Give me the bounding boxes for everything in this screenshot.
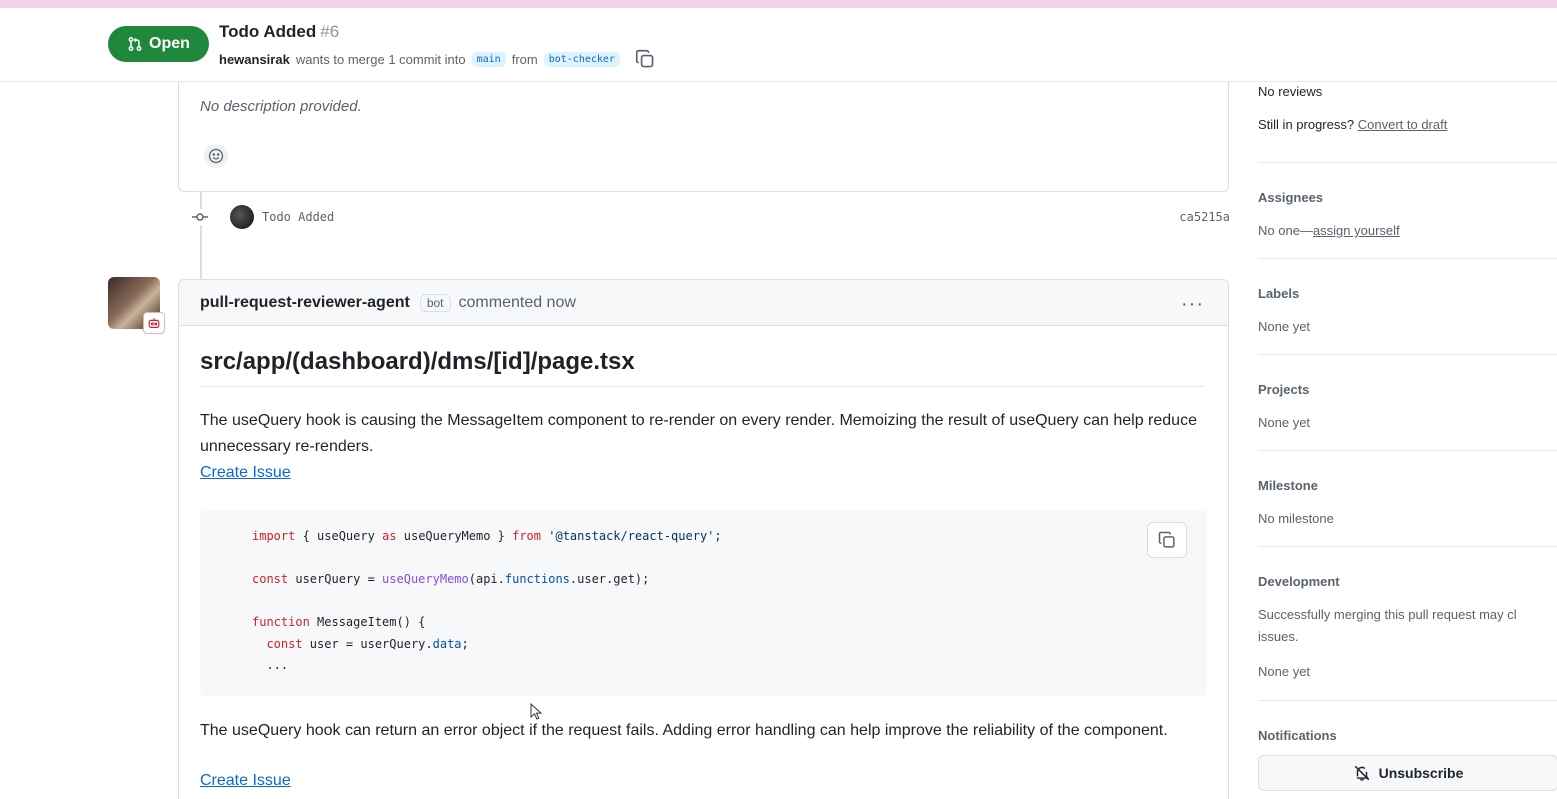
create-issue-link-1[interactable]: Create Issue	[200, 464, 291, 482]
git-commit-icon	[192, 209, 208, 225]
unsubscribe-button[interactable]: Unsubscribe	[1258, 755, 1557, 791]
git-pull-request-icon	[128, 37, 142, 51]
projects-heading[interactable]: Projects	[1258, 382, 1309, 397]
pr-number: #6	[320, 22, 340, 41]
milestone-value: No milestone	[1258, 511, 1334, 526]
development-text-line-1: Successfully merging this pull request m…	[1258, 607, 1517, 622]
comment-header: pull-request-reviewer-agent bot commente…	[179, 280, 1228, 326]
development-heading[interactable]: Development	[1258, 574, 1340, 589]
add-reaction-button[interactable]	[204, 144, 228, 168]
code-line-4: const user = userQuery.data;	[252, 636, 469, 651]
pr-sidebar: No reviews Still in progress? Convert to…	[1258, 82, 1557, 799]
comment-options-button[interactable]: ···	[1181, 293, 1204, 316]
bot-badge-icon	[143, 312, 165, 334]
code-line-2: const userQuery = useQueryMemo(api.funct…	[252, 572, 650, 586]
commit-sha-link[interactable]: ca5215a	[1179, 210, 1230, 224]
draft-prompt: Still in progress? Convert to draft	[1258, 117, 1448, 132]
create-issue-link-2[interactable]: Create Issue	[200, 772, 291, 790]
description-text: No description provided.	[200, 98, 362, 115]
assignees-heading[interactable]: Assignees	[1258, 190, 1323, 205]
code-line-1: import { useQuery as useQueryMemo } from…	[252, 529, 722, 543]
heading-divider	[200, 386, 1205, 387]
sidebar-divider	[1258, 258, 1557, 259]
development-text-line-2: issues.	[1258, 629, 1299, 644]
assignees-value: No one—assign yourself	[1258, 223, 1400, 238]
sidebar-divider	[1258, 162, 1557, 163]
assign-yourself-link[interactable]: assign yourself	[1313, 223, 1400, 238]
head-branch[interactable]: bot-checker	[543, 51, 620, 67]
pr-state-badge: Open	[108, 26, 209, 62]
bot-comment: pull-request-reviewer-agent bot commente…	[178, 279, 1229, 799]
copy-branch-button[interactable]	[634, 48, 656, 70]
copy-code-button[interactable]	[1147, 522, 1187, 558]
sidebar-divider	[1258, 700, 1557, 701]
pr-author-link[interactable]: hewansirak	[219, 52, 290, 67]
development-value: None yet	[1258, 664, 1311, 679]
sidebar-divider	[1258, 546, 1557, 547]
merge-text: wants to merge 1 commit into	[295, 51, 466, 67]
reviews-value: No reviews	[1258, 84, 1323, 99]
labels-value: None yet	[1258, 319, 1311, 334]
code-line-3: function MessageItem() {	[252, 615, 426, 629]
top-strip	[0, 0, 1557, 8]
commit-row: Todo Added ca5215a	[190, 203, 1230, 231]
sidebar-divider	[1258, 450, 1557, 451]
comment-timestamp[interactable]: commented now	[459, 294, 576, 312]
file-heading: src/app/(dashboard)/dms/[id]/page.tsx	[200, 348, 635, 375]
unsubscribe-label: Unsubscribe	[1378, 765, 1464, 781]
copy-icon	[1158, 531, 1175, 548]
code-block: import { useQuery as useQueryMemo } from…	[200, 510, 1207, 696]
convert-to-draft-link[interactable]: Convert to draft	[1358, 117, 1448, 132]
milestone-heading[interactable]: Milestone	[1258, 478, 1318, 493]
pr-merge-summary: hewansirak wants to merge 1 commit into …	[219, 48, 656, 70]
commit-message-link[interactable]: Todo Added	[262, 210, 334, 224]
code-content: import { useQuery as useQueryMemo } from…	[252, 526, 722, 677]
review-paragraph-1: The useQuery hook is causing the Message…	[200, 412, 1197, 455]
pr-title-text: Todo Added	[219, 22, 317, 41]
bell-slash-icon	[1354, 765, 1369, 781]
sidebar-divider	[1258, 354, 1557, 355]
commit-author-avatar[interactable]	[230, 205, 254, 229]
notifications-heading: Notifications	[1258, 728, 1337, 743]
mouse-cursor-icon	[530, 703, 542, 720]
comment-author-link[interactable]: pull-request-reviewer-agent	[200, 294, 410, 312]
base-branch[interactable]: main	[471, 51, 506, 67]
bot-label: bot	[419, 293, 451, 312]
projects-value: None yet	[1258, 415, 1311, 430]
review-paragraph-2: The useQuery hook can return an error ob…	[200, 722, 1168, 739]
pr-title[interactable]: Todo Added #6	[219, 22, 339, 42]
smiley-icon	[208, 148, 224, 164]
copy-icon	[635, 49, 654, 68]
sticky-pr-header: Open Todo Added #6 hewansirak wants to me…	[0, 8, 1557, 82]
code-line-5: ...	[252, 658, 289, 672]
from-text: from	[511, 51, 538, 67]
pr-state-label: Open	[149, 35, 190, 52]
labels-heading[interactable]: Labels	[1258, 286, 1299, 301]
